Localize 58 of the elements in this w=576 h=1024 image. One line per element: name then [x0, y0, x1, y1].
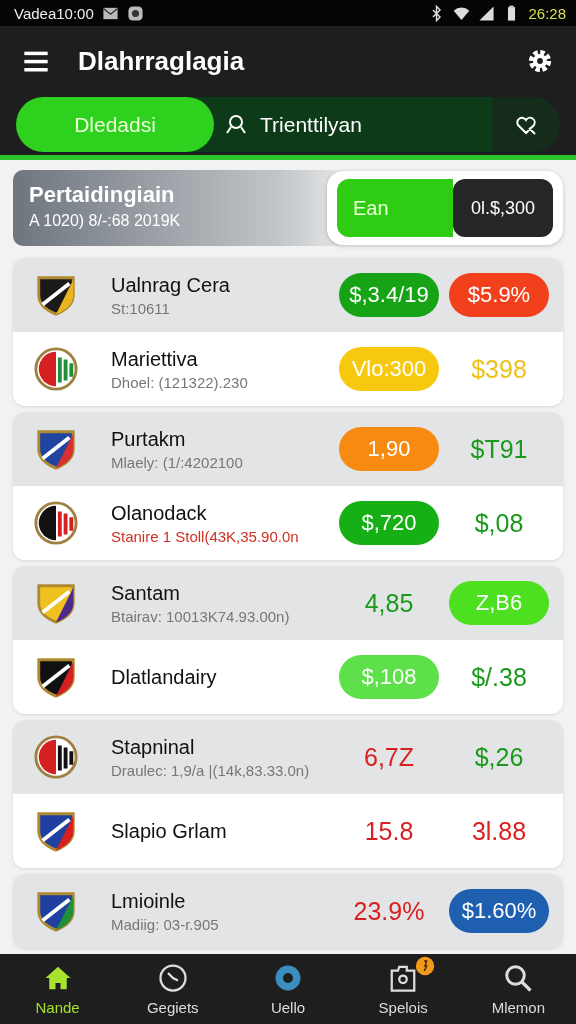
- match-row[interactable]: Santam Btairav: 10013K74.93.00n) 4,85 Z,B6: [13, 566, 563, 640]
- odds-value: 6,7Z: [363, 741, 415, 773]
- match-detail: Dhoel: (121322).230: [111, 373, 249, 391]
- status-time: 26:28: [528, 4, 566, 22]
- match-row[interactable]: Ualnrag Cera St:10611 $,3.4/19 $5.9%: [13, 258, 563, 332]
- nav-item[interactable]: Mlemon: [468, 961, 569, 1017]
- odds-value: 15.8: [363, 815, 415, 847]
- odds-value: 23.9%: [352, 895, 426, 927]
- match-detail: Stanire 1 Stoll(43K,35.90.0n: [111, 527, 300, 545]
- nav-item[interactable]: Nande: [7, 961, 108, 1017]
- odds-value: $,08: [473, 507, 525, 539]
- clock-icon: [157, 962, 188, 993]
- team-crest-icon: [33, 500, 79, 546]
- team-name: Ualnrag Cera: [111, 273, 231, 297]
- team-crest-icon: [33, 346, 79, 392]
- team-name: Dlatlandairy: [111, 665, 218, 689]
- status-text: Vadea10:00: [14, 4, 94, 22]
- match-row[interactable]: Slapio Grlam 15.8 3l.88: [13, 794, 563, 868]
- match-detail: Mlaely: (1/:4202100: [111, 453, 244, 471]
- toggle-value: 0l.$,300: [453, 179, 553, 237]
- tab[interactable]: Trienttilyan: [194, 97, 492, 152]
- odds-value: $,26: [473, 741, 525, 773]
- odds-value: $/.38: [470, 661, 528, 693]
- match-row[interactable]: Stapninal Draulec: 1,9/a |(14k,83.33.0n) 6,7Z $,26: [13, 720, 563, 794]
- team-name: Olanodack: [111, 501, 208, 525]
- nav-item[interactable]: Spelois: [353, 961, 454, 1017]
- match-detail: Btairav: 10013K74.93.00n): [111, 607, 291, 625]
- match-row[interactable]: Olanodack Stanire 1 Stoll(43K,35.90.0n $,720 $,08: [13, 486, 563, 560]
- search-icon: [503, 962, 534, 993]
- summary-title: Pertaidingiain: [29, 182, 176, 208]
- team-name: Lmioinle: [111, 889, 187, 913]
- app-title: Dlahrraglagia: [78, 45, 246, 77]
- notification-icon: [126, 4, 144, 22]
- favorite-tab[interactable]: [492, 97, 560, 152]
- team-name: Slapio Grlam: [111, 819, 228, 843]
- odds-value: $T91: [469, 433, 529, 465]
- match-row[interactable]: Lmioinle Madiig: 03-r.905 23.9% $1.60%: [13, 874, 563, 948]
- team-crest-icon: [33, 734, 79, 780]
- match-row[interactable]: Mariettiva Dhoel: (121322).230 Vlo:300 $398: [13, 332, 563, 406]
- odds-value: $398: [470, 353, 528, 385]
- team-name: Mariettiva: [111, 347, 199, 371]
- odds-button[interactable]: $5.9%: [449, 273, 549, 317]
- odds-button[interactable]: $1.60%: [449, 889, 549, 933]
- nav-item[interactable]: Uello: [237, 961, 338, 1017]
- signal-icon: [478, 4, 496, 22]
- team-name: Purtakm: [111, 427, 187, 451]
- summary-subtitle: A 1020) 8/-:68 2019K: [29, 212, 182, 230]
- settings-icon[interactable]: [526, 47, 554, 75]
- odds-value: 4,85: [363, 587, 415, 619]
- match-detail: Draulec: 1,9/a |(14k,83.33.0n): [111, 761, 311, 779]
- match-detail: St:10611: [111, 299, 171, 317]
- match-row[interactable]: Purtakm Mlaely: (1/:4202100 1,90 $T91: [13, 412, 563, 486]
- match-row[interactable]: Dlatlandairy $,108 $/.38: [13, 640, 563, 714]
- odds-value: 3l.88: [470, 815, 528, 847]
- nav-item[interactable]: Gegiets: [122, 961, 223, 1017]
- match-detail: Madiig: 03-r.905: [111, 915, 220, 933]
- team-name: Santam: [111, 581, 181, 605]
- team-name: Stapninal: [111, 735, 196, 759]
